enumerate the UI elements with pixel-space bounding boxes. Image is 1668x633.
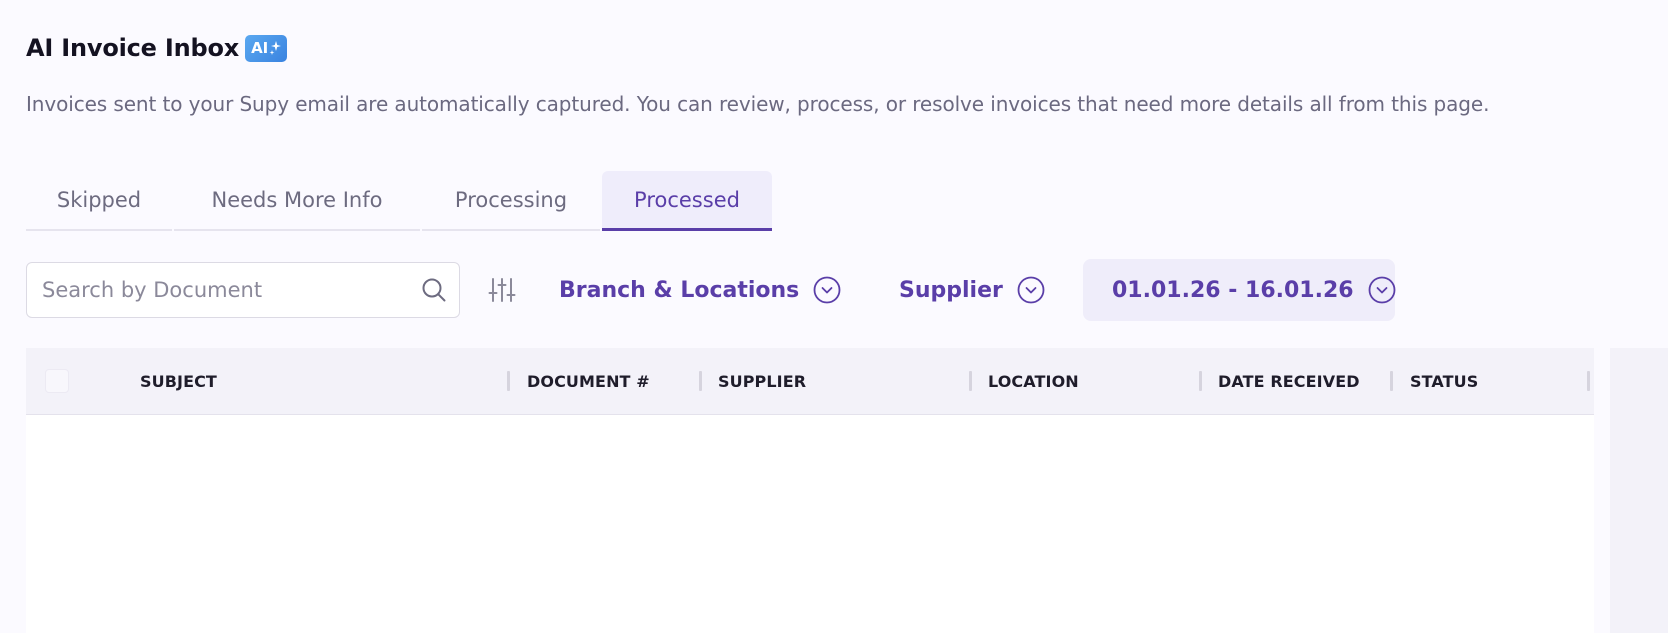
tab-needs-more-info[interactable]: Needs More Info — [174, 171, 420, 231]
search-box — [26, 262, 460, 318]
table-header: SUBJECT DOCUMENT # SUPPLIER LOCATION DAT… — [26, 348, 1594, 415]
page-title: AI Invoice Inbox — [26, 34, 240, 62]
supplier-filter[interactable]: Supplier — [899, 262, 1045, 318]
status-tabs: Skipped Needs More Info Processing Proce… — [26, 171, 774, 231]
tab-processed[interactable]: Processed — [602, 171, 772, 231]
chevron-down-icon — [1368, 276, 1396, 304]
ai-invoice-inbox-page: AI Invoice Inbox AI Invoices sent to you… — [0, 0, 1668, 633]
tab-processing[interactable]: Processing — [422, 171, 600, 231]
search-input[interactable] — [42, 278, 421, 302]
search-icon[interactable] — [421, 277, 447, 303]
date-range-label: 01.01.26 - 16.01.26 — [1112, 277, 1354, 303]
column-divider[interactable] — [1390, 371, 1393, 391]
branch-locations-filter[interactable]: Branch & Locations — [559, 262, 841, 318]
column-divider[interactable] — [1587, 371, 1590, 391]
chevron-down-icon — [813, 276, 841, 304]
invoices-table: SUBJECT DOCUMENT # SUPPLIER LOCATION DAT… — [26, 348, 1594, 633]
column-header-subject[interactable]: SUBJECT — [140, 348, 217, 415]
column-header-supplier[interactable]: SUPPLIER — [718, 348, 806, 415]
page-description: Invoices sent to your Supy email are aut… — [26, 92, 1490, 116]
column-divider[interactable] — [969, 371, 972, 391]
column-header-date-received[interactable]: DATE RECEIVED — [1218, 348, 1360, 415]
chevron-down-icon — [1017, 276, 1045, 304]
ai-badge-label: AI — [251, 39, 269, 57]
right-side-panel — [1610, 348, 1668, 633]
column-header-location[interactable]: LOCATION — [988, 348, 1079, 415]
column-divider[interactable] — [1199, 371, 1202, 391]
column-header-document[interactable]: DOCUMENT # — [527, 348, 650, 415]
branch-locations-label: Branch & Locations — [559, 277, 800, 303]
select-all-checkbox[interactable] — [45, 369, 69, 393]
column-divider[interactable] — [507, 371, 510, 391]
date-range-filter[interactable]: 01.01.26 - 16.01.26 — [1083, 259, 1395, 321]
ai-badge: AI — [245, 34, 288, 62]
sparkle-icon — [269, 40, 282, 55]
title-row: AI Invoice Inbox AI — [26, 34, 288, 62]
tab-skipped[interactable]: Skipped — [26, 171, 172, 231]
supplier-label: Supplier — [899, 277, 1003, 303]
column-divider[interactable] — [699, 371, 702, 391]
column-header-status[interactable]: STATUS — [1410, 348, 1478, 415]
filter-sliders-icon[interactable] — [488, 276, 516, 304]
